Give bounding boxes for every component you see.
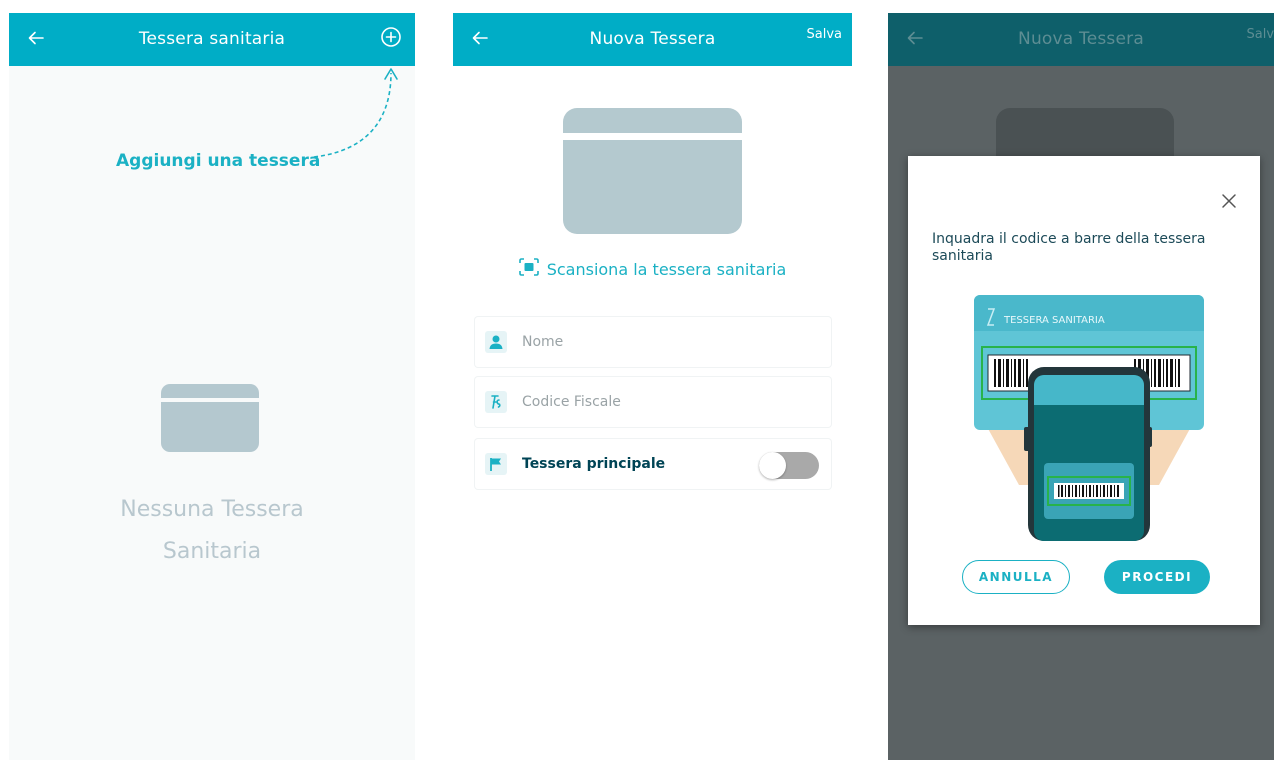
card-placeholder-illustration (563, 108, 742, 234)
screen-tessera-sanitaria: Tessera sanitaria Aggiungi una tessera N… (9, 13, 415, 760)
app-bar: Nuova Tessera Salva (888, 13, 1274, 66)
empty-card-illustration (161, 384, 259, 452)
person-icon (484, 330, 508, 354)
name-field[interactable]: Nome (475, 317, 831, 367)
main-card-label: Tessera principale (522, 456, 666, 472)
add-card-hint: Aggiungi una tessera (116, 151, 321, 171)
fiscal-code-field[interactable]: Codice Fiscale (475, 377, 831, 427)
save-button[interactable]: Salva (807, 27, 843, 42)
save-button: Salva (1246, 27, 1274, 42)
card-label: TESSERA SANITARIA (1003, 315, 1105, 326)
flag-icon (484, 452, 508, 476)
scan-card-button[interactable]: Scansiona la tessera sanitaria (453, 258, 852, 280)
dialog-message: Inquadra il codice a barre della tessera… (932, 231, 1206, 264)
name-input[interactable]: Nome (522, 334, 563, 350)
fiscal-code-icon (484, 390, 508, 414)
page-title: Nuova Tessera (1018, 29, 1144, 49)
cancel-button[interactable]: ANNULLA (962, 560, 1070, 594)
app-bar: Nuova Tessera Salva (453, 13, 852, 66)
scan-dialog: Inquadra il codice a barre della tessera… (908, 156, 1260, 625)
toggle-knob (759, 452, 786, 479)
barcode-scan-illustration: TESSERA SANITARIA (974, 295, 1204, 541)
scan-icon (518, 258, 539, 280)
page-title: Nuova Tessera (589, 29, 716, 49)
screen-scan-dialog: Nuova Tessera Salva Inquadra il codice a… (888, 13, 1274, 760)
annotation-arrow-icon (313, 68, 398, 158)
empty-state-text: Nessuna Tessera Sanitaria (9, 489, 415, 573)
empty-state-line-1: Nessuna Tessera (120, 497, 304, 522)
empty-state-line-2: Sanitaria (162, 539, 262, 564)
close-icon[interactable] (1220, 192, 1238, 210)
main-card-toggle[interactable] (759, 452, 819, 479)
scan-card-label: Scansiona la tessera sanitaria (546, 259, 787, 279)
fiscal-code-input[interactable]: Codice Fiscale (522, 394, 621, 410)
proceed-button[interactable]: PROCEDI (1104, 560, 1210, 594)
main-card-row: Tessera principale (475, 439, 831, 489)
screen-nuova-tessera: Nuova Tessera Salva Scansiona la tessera… (453, 13, 852, 760)
